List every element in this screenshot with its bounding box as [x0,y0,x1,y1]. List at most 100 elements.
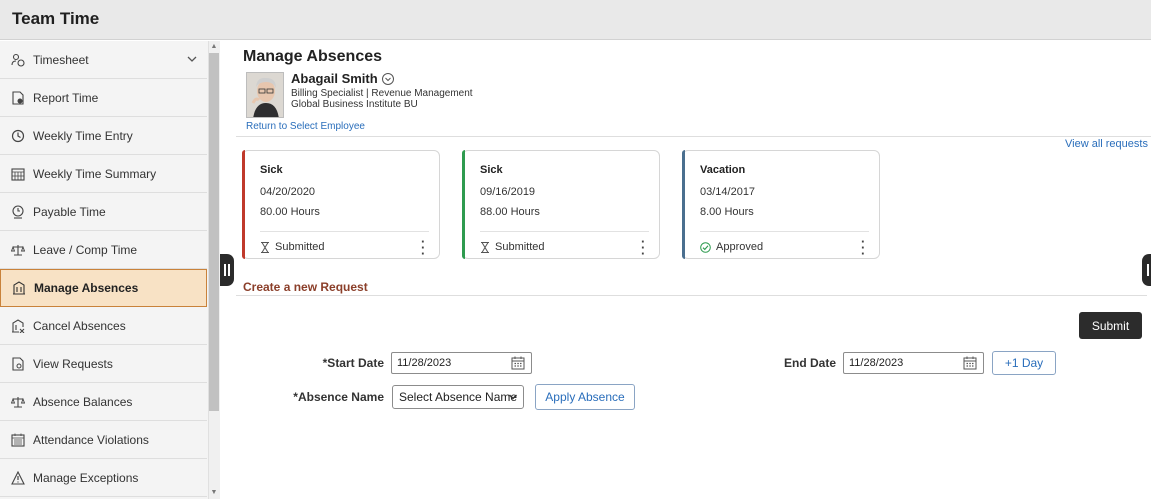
building-cancel-icon [11,318,25,333]
building-icon [12,281,26,295]
sidebar-item-weekly-time-summary[interactable]: Weekly Time Summary [0,155,207,193]
chevron-down-icon [508,391,518,405]
payable-time-icon [11,204,25,219]
chevron-down-circle-icon[interactable] [381,72,394,85]
hourglass-icon [260,241,270,253]
submit-button[interactable]: Submit [1079,312,1142,339]
card-date: 04/20/2020 [260,186,316,198]
card-status-bar [242,150,245,259]
calendar-icon[interactable] [511,356,525,373]
card-absence-type: Sick [480,164,503,176]
sidebar-item-view-requests[interactable]: View Requests [0,345,207,383]
sidebar-item-label: Cancel Absences [33,318,126,333]
card-status-bar [682,150,685,259]
more-options-icon[interactable]: · · · [641,235,645,260]
scroll-down-arrow-icon[interactable]: ▼ [208,488,220,498]
employee-name[interactable]: Abagail Smith [291,71,394,86]
person-clock-icon [11,53,25,67]
warning-icon [11,470,25,485]
card-hours: 88.00 Hours [480,206,540,218]
sidebar-item-label: Payable Time [33,204,106,219]
card-status-text: Approved [716,241,764,253]
card-absence-type: Sick [260,164,283,176]
employee-name-text: Abagail Smith [291,71,378,86]
sidebar-item-label: Leave / Comp Time [33,242,138,257]
sidebar-item-label: Weekly Time Entry [33,128,133,143]
end-date-field[interactable]: 11/28/2023 [843,352,984,374]
start-date-value: 11/28/2023 [397,357,452,369]
sidebar-item-attendance-violations[interactable]: Attendance Violations [0,421,207,459]
sidebar-scroll-thumb[interactable] [209,53,219,411]
more-options-icon[interactable]: · · · [421,235,425,260]
sidebar-item-label: Absence Balances [33,394,133,409]
employee-job-title: Billing Specialist | Revenue Management [291,88,473,99]
sidebar-nav: Timesheet Report Time Weekly Time Entry … [0,41,220,499]
card-divider [700,231,869,232]
sidebar-item-label: Manage Absences [34,281,139,295]
card-divider [260,231,429,232]
sidebar-item-label: Manage Exceptions [33,470,139,485]
sidebar-item-cancel-absences[interactable]: Cancel Absences [0,307,207,345]
absence-request-card[interactable]: Vacation 03/14/2017 8.00 Hours Approved … [682,150,880,260]
hourglass-icon [480,241,490,253]
absence-request-card[interactable]: Sick 04/20/2020 80.00 Hours Submitted · ·… [242,150,440,260]
sidebar-item-leave-comp-time[interactable]: Leave / Comp Time [0,231,207,269]
card-date: 03/14/2017 [700,186,756,198]
card-status-bar [462,150,465,259]
app-header: Team Time [0,0,1151,40]
employee-business-unit: Global Business Institute BU [291,99,418,110]
section-title-create-request: Create a new Request [243,280,368,294]
document-icon [11,356,25,371]
apply-absence-button[interactable]: Apply Absence [535,384,635,410]
sidebar-item-label: Weekly Time Summary [33,166,157,181]
card-divider [480,231,649,232]
start-date-field[interactable]: 11/28/2023 [391,352,532,374]
scale-icon [11,243,25,257]
more-options-icon[interactable]: · · · [861,235,865,260]
card-hours: 80.00 Hours [260,206,320,218]
app-title: Team Time [12,9,100,28]
scale-icon [11,395,25,409]
return-to-select-employee-link[interactable]: Return to Select Employee [246,121,365,132]
view-all-requests-link[interactable]: View all requests [1065,138,1148,150]
sidebar-item-label: View Requests [33,356,113,371]
sidebar-item-label: Timesheet [33,52,89,67]
absence-request-card[interactable]: Sick 09/16/2019 88.00 Hours Submitted · ·… [462,150,660,260]
sidebar-item-absence-balances[interactable]: Absence Balances [0,383,207,421]
scroll-up-arrow-icon[interactable]: ▲ [208,42,220,52]
card-status: Submitted [260,241,325,253]
card-status-text: Submitted [495,241,545,253]
sidebar-item-weekly-time-entry[interactable]: Weekly Time Entry [0,117,207,155]
card-absence-type: Vacation [700,164,746,176]
check-circle-icon [700,241,711,253]
avatar [246,72,284,118]
calendar-icon [11,433,25,447]
report-time-icon [11,90,25,105]
page-title: Manage Absences [243,48,383,65]
collapse-sidebar-handle[interactable] [220,254,234,286]
sidebar-item-report-time[interactable]: Report Time [0,79,207,117]
absence-name-selected: Select Absence Name [399,390,518,404]
calendar-grid-icon [11,167,25,181]
card-status: Approved [700,241,763,253]
clock-icon [11,129,25,143]
divider [236,136,1151,137]
sidebar-item-payable-time[interactable]: Payable Time [0,193,207,231]
card-date: 09/16/2019 [480,186,536,198]
card-status: Submitted [480,241,545,253]
sidebar-item-timesheet[interactable]: Timesheet [0,41,207,79]
card-hours: 8.00 Hours [700,206,754,218]
end-date-value: 11/28/2023 [849,357,904,369]
sidebar-item-manage-exceptions[interactable]: Manage Exceptions [0,459,207,497]
sidebar-item-manage-absences[interactable]: Manage Absences [0,269,207,307]
absence-name-select[interactable]: Select Absence Name [392,385,524,409]
sidebar-item-label: Attendance Violations [33,432,149,447]
calendar-icon[interactable] [963,356,977,373]
plus-one-day-button[interactable]: +1 Day [992,351,1056,375]
divider [236,295,1147,296]
end-date-label: End Date [783,356,836,370]
card-status-text: Submitted [275,241,325,253]
start-date-label: *Start Date [322,356,384,370]
expand-panel-handle[interactable] [1142,254,1151,286]
chevron-down-icon[interactable] [187,53,197,67]
